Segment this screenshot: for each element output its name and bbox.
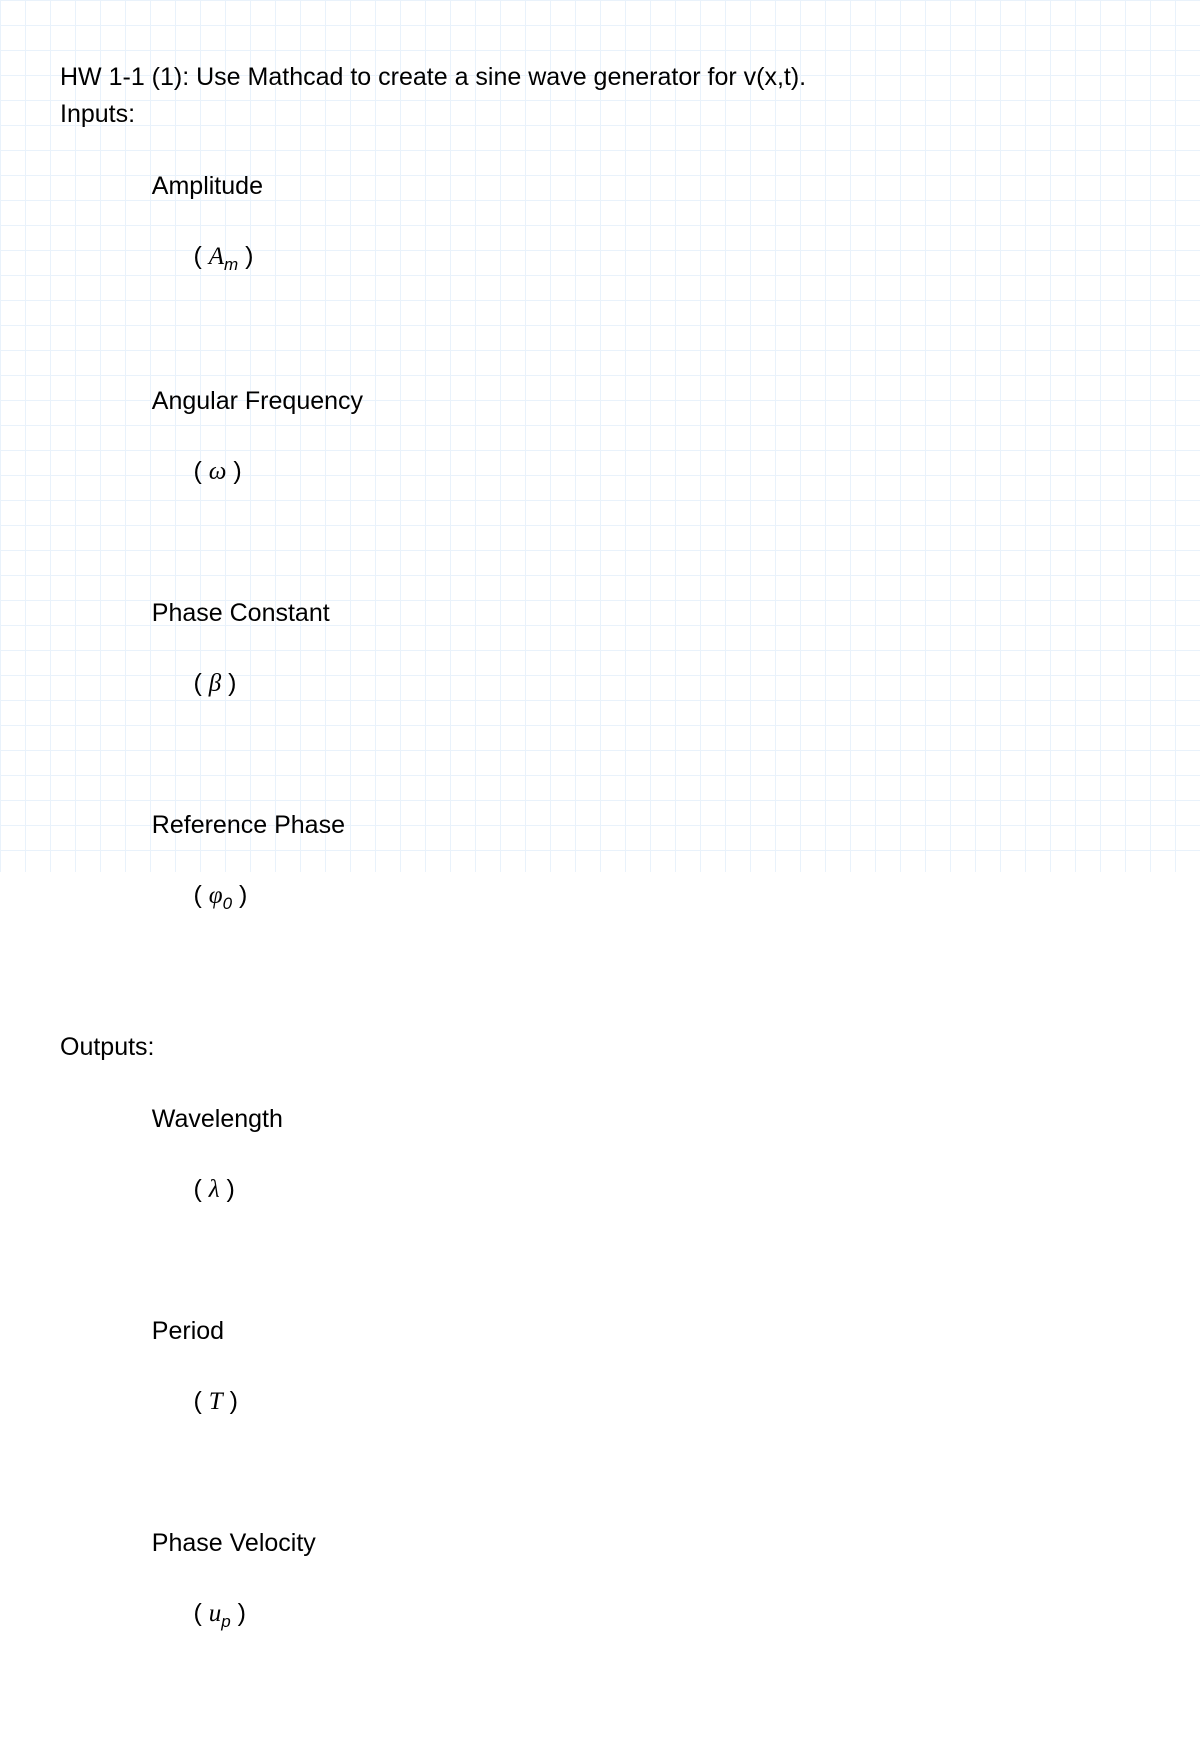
output-label: Wavelength [152,1102,442,1137]
input-row-refphase: Reference Phase ( φ0 ) [60,773,1140,986]
input-symbol: ( φ0 ) [152,843,248,951]
output-symbol: ( λ ) [152,1137,235,1242]
input-row-angfreq: Angular Frequency ( ω ) [60,349,1140,559]
output-row-wavelength: Wavelength ( λ ) [60,1067,1140,1277]
input-symbol: ( ω ) [152,419,242,524]
output-label: Period [152,1314,442,1349]
input-row-phaseconst: Phase Constant ( β ) [60,561,1140,771]
input-label: Angular Frequency [152,384,442,419]
output-row-period: Period ( T ) [60,1279,1140,1489]
title: HW 1-1 (1): Use Mathcad to create a sine… [60,60,1140,95]
input-row-amplitude: Amplitude ( Am ) [60,134,1140,347]
input-label: Reference Phase [152,808,442,843]
output-label: Phase Velocity [152,1526,442,1561]
input-symbol: ( β ) [152,631,237,736]
output-symbol: ( up ) [152,1561,246,1669]
outputs-label: Outputs: [60,1030,1140,1065]
document-content: HW 1-1 (1): Use Mathcad to create a sine… [0,0,1200,1744]
input-label: Phase Constant [152,596,442,631]
output-symbol: ( T ) [152,1349,238,1454]
input-label: Amplitude [152,169,442,204]
inputs-label: Inputs: [60,97,1140,132]
output-row-phasevel: Phase Velocity ( up ) [60,1491,1140,1704]
input-symbol: ( Am ) [152,204,254,312]
